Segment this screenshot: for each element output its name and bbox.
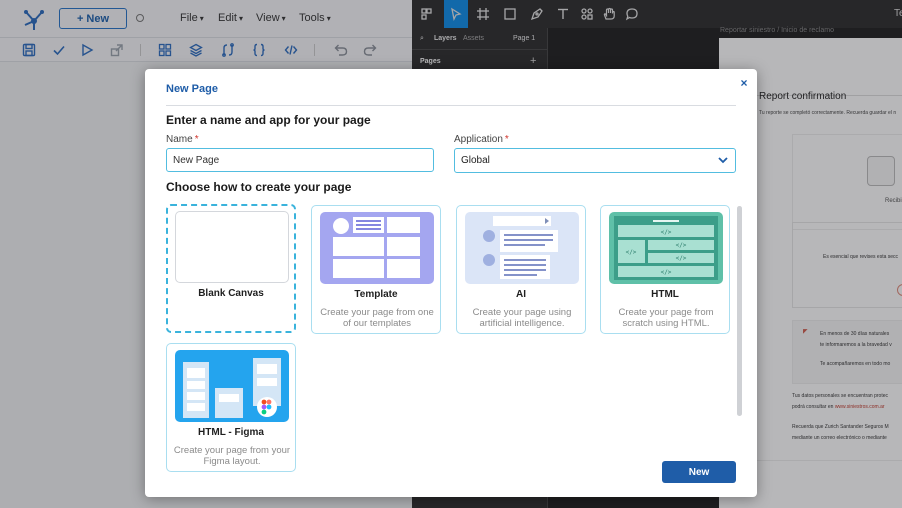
blank-canvas-thumbnail	[175, 211, 289, 283]
required-mark: *	[504, 134, 509, 145]
scrollbar-thumb[interactable]	[737, 206, 742, 416]
option-title: AI	[516, 289, 526, 300]
application-select-value: Global	[461, 155, 490, 166]
option-html[interactable]: </> </> </> </> </> HTML Create your pag…	[600, 205, 730, 334]
close-icon[interactable]: ×	[737, 76, 751, 90]
dialog-title: New Page	[166, 83, 218, 95]
svg-text:</>: </>	[676, 242, 687, 249]
option-title: Blank Canvas	[198, 288, 264, 299]
option-template[interactable]: Template Create your page from one of ou…	[311, 205, 441, 334]
svg-text:</>: </>	[676, 255, 687, 262]
section-create-heading: Choose how to create your page	[166, 180, 352, 194]
option-description: Create your page from your Figma layout.	[173, 445, 291, 467]
options-scrollbar[interactable]	[737, 206, 742, 416]
option-title: Template	[354, 289, 398, 300]
option-title: HTML	[651, 289, 679, 300]
application-label-text: Application	[454, 134, 503, 145]
option-description: Create your page using artificial intell…	[472, 307, 572, 329]
svg-text:</>: </>	[661, 229, 672, 236]
divider	[166, 105, 736, 106]
application-select[interactable]: Global	[454, 148, 736, 173]
option-html-figma[interactable]: HTML - Figma Create your page from your …	[166, 343, 296, 472]
name-label-text: Name	[166, 134, 193, 145]
html-figma-thumbnail	[175, 350, 289, 422]
required-mark: *	[194, 134, 199, 145]
option-blank-canvas[interactable]: Blank Canvas	[166, 204, 296, 333]
template-thumbnail	[320, 212, 434, 284]
option-ai[interactable]: AI Create your page using artificial int…	[456, 205, 586, 334]
application-label: Application *	[454, 134, 509, 145]
option-description: Create your page from scratch using HTML…	[618, 307, 714, 329]
name-input[interactable]	[166, 148, 434, 172]
chevron-down-icon	[718, 157, 728, 164]
ai-thumbnail	[465, 212, 579, 284]
new-page-button[interactable]: New	[662, 461, 736, 483]
svg-text:</>: </>	[661, 269, 672, 276]
option-title: HTML - Figma	[198, 427, 264, 438]
name-label: Name *	[166, 134, 199, 145]
section-name-heading: Enter a name and app for your page	[166, 113, 371, 127]
new-page-dialog: New Page × Enter a name and app for your…	[145, 69, 757, 497]
option-description: Create your page from one of our templat…	[320, 307, 434, 329]
svg-text:</>: </>	[626, 249, 637, 256]
html-thumbnail: </> </> </> </> </>	[609, 212, 723, 284]
